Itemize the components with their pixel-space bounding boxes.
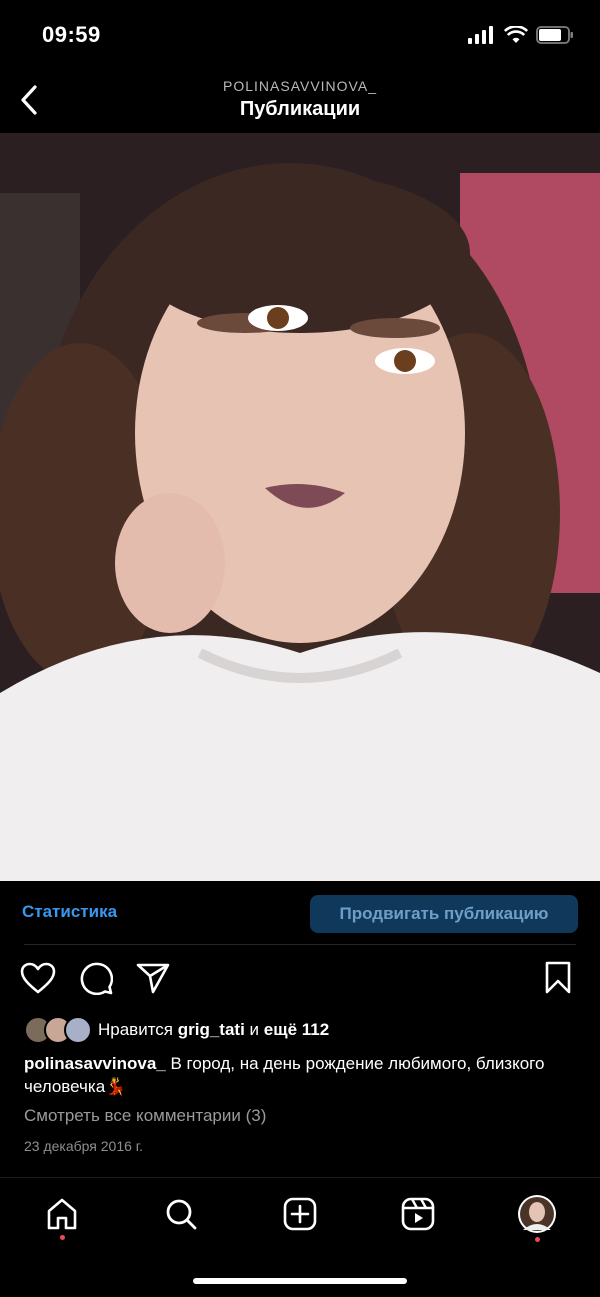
wifi-icon (504, 26, 528, 43)
tab-home[interactable] (42, 1194, 82, 1240)
page-title: Публикации (239, 98, 361, 120)
likes-conj: и (249, 1020, 260, 1039)
view-comments-link[interactable]: Смотреть все комментарии (3) (24, 1106, 266, 1126)
insights-row: Статистика Продвигать публикацию (0, 882, 600, 944)
home-indicator (193, 1278, 407, 1284)
bookmark-icon (545, 961, 571, 994)
avatar (64, 1016, 92, 1044)
comment-button[interactable] (76, 958, 116, 998)
post-date: 23 декабря 2016 г. (24, 1138, 144, 1154)
post-actions (0, 958, 600, 1002)
add-icon (283, 1197, 317, 1231)
home-icon (47, 1198, 77, 1230)
header-username[interactable]: POLINASAVVINOVA_ (0, 78, 600, 94)
promote-button[interactable]: Продвигать публикацию (310, 895, 578, 933)
liker-avatars (24, 1016, 92, 1044)
share-button[interactable] (133, 958, 173, 998)
reels-icon (401, 1197, 435, 1231)
photo-illustration (0, 133, 600, 881)
search-icon (166, 1199, 197, 1230)
likes-prefix: Нравится (98, 1020, 174, 1039)
post-caption: polinasavvinova_ В город, на день рожден… (24, 1052, 560, 1098)
signal-icon (468, 26, 493, 44)
share-icon (136, 963, 170, 994)
tab-search[interactable] (161, 1194, 201, 1234)
battery-icon (536, 26, 573, 44)
profile-avatar (518, 1195, 556, 1233)
divider (24, 944, 576, 945)
heart-icon (20, 962, 56, 994)
like-button[interactable] (18, 958, 58, 998)
notification-dot (60, 1235, 65, 1240)
caption-username[interactable]: polinasavvinova_ (24, 1054, 166, 1073)
statistics-link[interactable]: Статистика (22, 902, 117, 922)
header: POLINASAVVINOVA_ Публикации (0, 70, 600, 132)
status-time: 09:59 (42, 22, 101, 47)
tab-reels[interactable] (398, 1194, 438, 1234)
likes-summary[interactable]: Нравится grig_tati и ещё 112 (24, 1015, 329, 1045)
notification-dot (535, 1237, 540, 1242)
save-button[interactable] (538, 958, 578, 998)
comment-icon (80, 962, 113, 995)
likes-user[interactable]: grig_tati (178, 1020, 245, 1040)
tab-profile[interactable] (517, 1194, 557, 1242)
tab-create[interactable] (280, 1194, 320, 1234)
post-photo[interactable] (0, 133, 600, 881)
status-bar: 09:59 (0, 0, 600, 70)
bottom-tab-bar (0, 1178, 600, 1248)
status-icons (468, 26, 574, 44)
likes-more[interactable]: ещё 112 (264, 1020, 329, 1040)
